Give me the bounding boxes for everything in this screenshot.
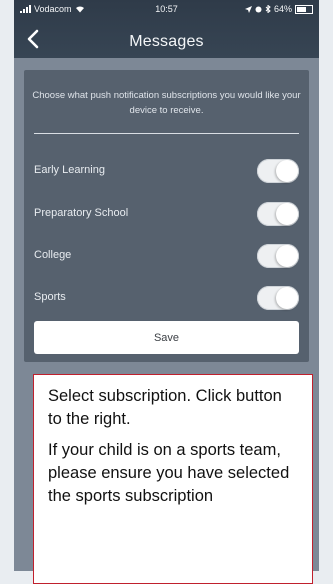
alarm-icon — [255, 6, 262, 12]
top-bar: Vodacom 10:57 64% Messages — [14, 0, 319, 58]
callout-text-select: Select subscription. Click button to the… — [48, 387, 282, 428]
battery-percent: 64% — [273, 4, 292, 14]
sports-toggle[interactable] — [257, 286, 299, 310]
subscription-row-sports: Sports — [24, 283, 309, 313]
preparatory-school-toggle[interactable] — [257, 202, 299, 226]
callout-text-sports: If your child is on a sports team, pleas… — [48, 441, 290, 505]
early-learning-toggle[interactable] — [257, 159, 299, 183]
subscriptions-panel: Choose what push notification subscripti… — [24, 70, 309, 362]
subscription-label: Preparatory School — [34, 207, 129, 219]
college-toggle[interactable] — [257, 244, 299, 268]
subscription-row-college: College — [24, 241, 309, 271]
divider — [34, 133, 299, 134]
battery-icon — [295, 4, 313, 14]
status-bar: Vodacom 10:57 64% — [20, 4, 313, 18]
page-title: Messages — [129, 33, 204, 50]
location-icon — [244, 5, 252, 13]
bluetooth-icon — [265, 5, 271, 13]
subscription-row-preparatory-school: Preparatory School — [24, 199, 309, 229]
intro-text: Choose what push notification subscripti… — [32, 90, 301, 116]
subscription-label: College — [34, 249, 72, 261]
subscription-label: Sports — [34, 291, 66, 303]
save-button[interactable]: Save — [34, 321, 299, 354]
subscription-label: Early Learning — [34, 164, 105, 176]
subscription-row-early-learning: Early Learning — [24, 156, 309, 186]
instruction-callout: Select subscription. Click button to the… — [33, 374, 313, 584]
